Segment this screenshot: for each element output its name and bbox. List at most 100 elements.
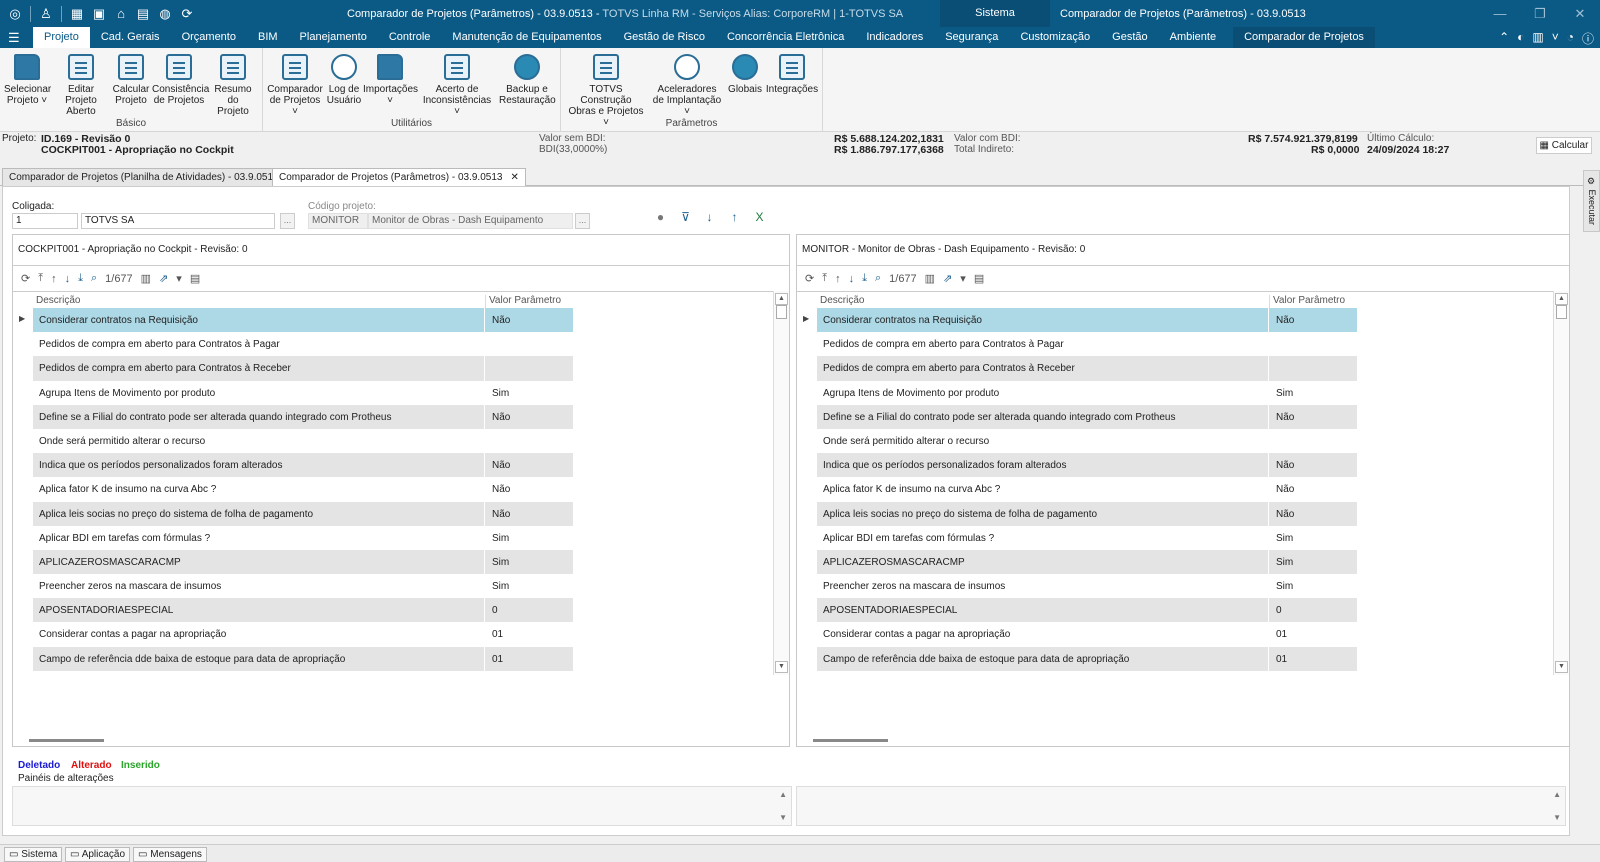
- changes-right-box[interactable]: ▲ ▼: [796, 786, 1566, 826]
- minimize-icon[interactable]: —: [1480, 0, 1520, 27]
- scroll-thumb[interactable]: [29, 739, 104, 742]
- table-row[interactable]: Preencher zeros na mascara de insumos Sim: [817, 574, 1357, 599]
- table-row[interactable]: Pedidos de compra em aberto para Contrat…: [33, 356, 573, 381]
- refresh-icon[interactable]: ⟳: [805, 272, 814, 285]
- table-row[interactable]: Campo de referência dde baixa de estoque…: [33, 646, 573, 671]
- status-sistema-button[interactable]: ▭ Sistema: [4, 847, 63, 862]
- resumo-projeto-button[interactable]: Resumo do Projeto: [208, 54, 258, 117]
- table-row[interactable]: Considerar contas a pagar na apropriação…: [33, 622, 573, 647]
- menu-cad-gerais[interactable]: Cad. Gerais: [90, 27, 171, 48]
- export-icon[interactable]: ⇗: [159, 272, 168, 285]
- table-row[interactable]: Considerar contratos na Requisição Não: [817, 308, 1357, 333]
- info-icon[interactable]: ⓘ: [1582, 30, 1594, 47]
- table-row[interactable]: Preencher zeros na mascara de insumos Sim: [33, 574, 573, 599]
- table-row[interactable]: Onde será permitido alterar o recurso: [33, 428, 573, 454]
- scroll-thumb[interactable]: [813, 739, 888, 742]
- scroll-up-icon[interactable]: ▲: [779, 790, 787, 799]
- close-icon[interactable]: ✕: [1560, 0, 1600, 27]
- table-row[interactable]: Aplica fator K de insumo na curva Abc ? N…: [33, 477, 573, 502]
- scroll-up-icon[interactable]: ▲: [1555, 293, 1568, 305]
- help-icon[interactable]: ◐: [1517, 30, 1524, 47]
- menu-gestao-risco[interactable]: Gestão de Risco: [613, 27, 716, 48]
- table-row[interactable]: APLICAZEROSMASCARACMP Sim: [33, 549, 573, 575]
- menu-ambiente[interactable]: Ambiente: [1159, 27, 1227, 48]
- table-row[interactable]: Campo de referência dde baixa de estoque…: [817, 646, 1357, 671]
- coligada-name-input[interactable]: TOTVS SA: [81, 213, 275, 229]
- hamburger-icon[interactable]: ☰: [8, 30, 20, 46]
- last-icon[interactable]: ⤓: [862, 272, 867, 285]
- first-icon[interactable]: ⤒: [822, 272, 827, 285]
- last-icon[interactable]: ⤓: [78, 272, 83, 285]
- chevron-down-icon[interactable]: ▾: [176, 272, 182, 285]
- importacoes-button[interactable]: Importações ˅: [363, 54, 418, 106]
- globe-icon[interactable]: ◍: [154, 0, 176, 27]
- export-icon[interactable]: ⇗: [943, 272, 952, 285]
- document-icon[interactable]: ▤: [190, 272, 200, 285]
- tab-planilha-atividades[interactable]: Comparador de Projetos (Planilha de Ativ…: [2, 168, 302, 187]
- totvs-logo-icon[interactable]: ◎: [4, 0, 26, 27]
- column-header-descricao[interactable]: Descrição: [36, 295, 80, 306]
- table-row[interactable]: Indica que os períodos personalizados fo…: [817, 453, 1357, 478]
- collapse-ribbon-icon[interactable]: ⌃: [1499, 30, 1509, 47]
- next-icon[interactable]: ↓: [849, 273, 855, 285]
- coligada-lookup-button[interactable]: ...: [280, 213, 295, 229]
- table-row[interactable]: Define se a Filial do contrato pode ser …: [817, 404, 1357, 429]
- next-icon[interactable]: ↓: [65, 273, 71, 285]
- totvs-construcao-button[interactable]: TOTVS Construção Obras e Projetos ˅: [565, 54, 647, 128]
- column-header-descricao[interactable]: Descrição: [820, 295, 864, 306]
- scroll-thumb[interactable]: [776, 305, 787, 319]
- menu-planejamento[interactable]: Planejamento: [289, 27, 378, 48]
- save-icon[interactable]: ▤: [132, 0, 154, 27]
- aceleradores-implantacao-button[interactable]: Aceleradores de Implantação ˅: [649, 54, 725, 117]
- document-icon[interactable]: ▤: [974, 272, 984, 285]
- table-row[interactable]: Pedidos de compra em aberto para Contrat…: [33, 332, 573, 357]
- maximize-icon[interactable]: ❐: [1520, 0, 1560, 27]
- previous-icon[interactable]: ↑: [51, 273, 57, 285]
- scroll-up-icon[interactable]: ▲: [1553, 790, 1561, 799]
- status-mensagens-button[interactable]: ▭ Mensagens: [133, 847, 207, 862]
- left-horizontal-scrollbar[interactable]: [13, 732, 789, 746]
- scroll-thumb[interactable]: [1556, 305, 1567, 319]
- arrow-up-icon[interactable]: ↑: [727, 210, 742, 225]
- menu-indicadores[interactable]: Indicadores: [855, 27, 934, 48]
- menu-comparador[interactable]: Comparador de Projetos: [1233, 27, 1375, 48]
- calcular-projeto-button[interactable]: Calcular Projeto: [111, 54, 151, 106]
- left-vertical-scrollbar[interactable]: ▲ ▼: [773, 291, 789, 675]
- table-row[interactable]: Considerar contratos na Requisição Não: [33, 308, 573, 333]
- log-usuario-button[interactable]: Log de Usuário: [326, 54, 362, 106]
- table-row[interactable]: Aplicar BDI em tarefas com fórmulas ? Sim: [817, 525, 1357, 550]
- scroll-down-icon[interactable]: ▼: [775, 661, 788, 673]
- tab-parametros[interactable]: Comparador de Projetos (Parâmetros) - 03…: [272, 168, 526, 188]
- table-row[interactable]: Aplica leis socias no preço do sistema d…: [33, 501, 573, 526]
- table-row[interactable]: Onde será permitido alterar o recurso: [817, 428, 1357, 454]
- first-icon[interactable]: ⤒: [38, 272, 43, 285]
- menu-concorrencia[interactable]: Concorrência Eletrônica: [716, 27, 855, 48]
- globais-button[interactable]: Globais: [727, 54, 763, 95]
- support-icon[interactable]: ◔: [1567, 30, 1574, 47]
- home-icon[interactable]: ⌂: [110, 0, 132, 27]
- menu-seguranca[interactable]: Segurança: [934, 27, 1009, 48]
- projeto-lookup-button[interactable]: ...: [575, 213, 590, 229]
- changes-left-box[interactable]: ▲ ▼: [12, 786, 792, 826]
- table-row[interactable]: Indica que os períodos personalizados fo…: [33, 453, 573, 478]
- executar-side-tab[interactable]: ⚙ Executar: [1583, 170, 1600, 232]
- table-row[interactable]: Considerar contas a pagar na apropriação…: [817, 622, 1357, 647]
- calcular-button[interactable]: ▦ Calcular: [1536, 137, 1592, 154]
- sistema-tab[interactable]: Sistema: [940, 0, 1050, 27]
- search-icon[interactable]: ⌕: [91, 272, 97, 285]
- table-row[interactable]: Pedidos de compra em aberto para Contrat…: [817, 332, 1357, 357]
- scroll-down-icon[interactable]: ▼: [1553, 813, 1561, 822]
- coligada-code-input[interactable]: 1: [12, 213, 78, 229]
- table-row[interactable]: Aplica leis socias no preço do sistema d…: [817, 501, 1357, 526]
- menu-manutencao[interactable]: Manutenção de Equipamentos: [441, 27, 612, 48]
- users-icon[interactable]: ♙: [35, 0, 57, 27]
- columns-icon[interactable]: ▥: [141, 272, 151, 285]
- layout-icon[interactable]: ▥: [1532, 30, 1543, 47]
- table-row[interactable]: Pedidos de compra em aberto para Contrat…: [817, 356, 1357, 381]
- editar-projeto-button[interactable]: Editar Projeto Aberto: [52, 54, 110, 117]
- calendar-icon[interactable]: ▦: [66, 0, 88, 27]
- refresh-icon[interactable]: ⟳: [176, 0, 198, 27]
- menu-controle[interactable]: Controle: [378, 27, 442, 48]
- menu-gestao[interactable]: Gestão: [1101, 27, 1158, 48]
- arrow-down-icon[interactable]: ↓: [702, 210, 717, 225]
